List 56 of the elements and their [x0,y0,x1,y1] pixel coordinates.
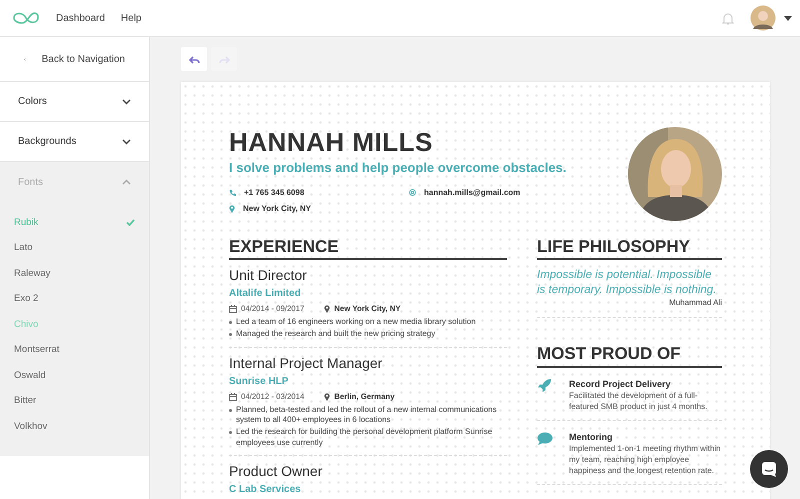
pin-icon [229,204,235,212]
caret-icon[interactable] [784,16,792,20]
pin-icon [324,305,330,314]
nav-link[interactable]: Help [120,10,142,26]
font-option[interactable]: Volkhov [0,414,149,440]
chevron-down-icon [122,138,131,144]
undo-icon [188,54,200,64]
job-bullet: Planned, beta-tested and led the rollout of a new internal communications system to all 400+ employees in 6 locations [236,404,498,426]
chevron-up-icon [122,179,131,185]
font-option[interactable]: Bitter [0,388,149,414]
check-icon [126,219,135,226]
resume-name: HANNAH MILLS [229,129,434,155]
at-icon [409,189,416,196]
job-bullet: Managed the research and built the new pricing strategy [236,329,436,340]
company-name: Altalife Limited [229,287,302,302]
chat-button[interactable] [750,450,788,488]
job-bullet: Led a team of 16 engineers working on a new media library solution [236,317,476,328]
section-heading: LIFE PHILOSOPHY [537,237,722,260]
font-option[interactable]: Lato [0,236,149,261]
resume-tagline: I solve problems and help people overcome obstacles. [229,159,568,177]
bullet-icon [229,321,232,324]
calendar-icon [229,392,237,401]
nav-link[interactable]: Dashboard [56,10,105,26]
job-title: Unit Director [229,266,308,286]
achievement-text: Facilitated the development of a full-featured SMB product in just 4 months. [569,391,708,413]
bullet-icon [229,333,232,336]
company-name: C Lab Services [229,483,302,498]
bullet-icon [229,408,232,412]
pin-icon [324,392,330,401]
contact-text: +1 765 345 6098 [244,186,304,198]
contact-text: hannah.mills@gmail.com [424,186,520,198]
achievement-text: Implemented 1-on-1 meeting rhythm within my team, reaching high employee happiness and the longest retention rate. [569,444,722,477]
chevron-down-icon [122,98,131,104]
rocket-icon [537,378,552,394]
achievement-title: Mentoring [569,430,614,444]
job-title: Internal Project Manager [229,354,384,373]
speech-bubble-icon [537,432,553,446]
calendar-icon [229,305,237,314]
quote-author: Muhammad Ali [668,297,722,310]
undo-button[interactable] [181,47,207,71]
font-option[interactable]: Raleway [0,261,149,286]
bullet-icon [229,431,232,434]
font-option[interactable]: Exo 2 [0,286,149,312]
job-bullet: Led the research for building the personal development platform Sunrise employees use currently [236,427,494,448]
section-heading: MOST PROUD OF [537,344,722,368]
font-option[interactable]: Oswald [0,363,149,388]
quote-text: Impossible is potential. Impossible is temporary. Impossible is nothing. [537,268,718,298]
section-heading: EXPERIENCE [229,237,507,260]
font-option[interactable]: Montserrat [0,338,149,363]
company-name: Sunrise HLP [229,374,290,389]
avatar[interactable] [750,5,776,31]
achievement-title: Record Project Delivery [569,378,672,391]
chat-icon [761,461,777,477]
phone-icon [229,189,236,196]
job-title: Product Owner [229,462,324,482]
contact-text: New York City, NY [243,202,312,214]
